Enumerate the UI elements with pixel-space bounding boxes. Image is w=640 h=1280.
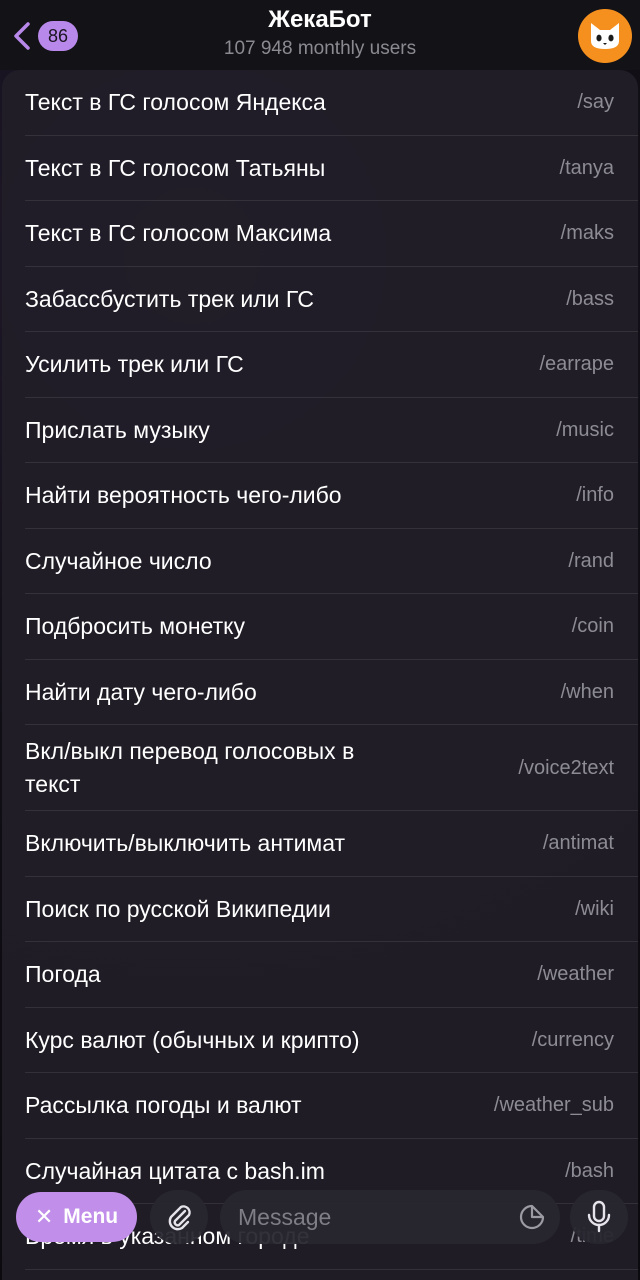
command-description: Найти дату чего-либо [25, 678, 257, 705]
chat-title[interactable]: ЖекаБот [0, 6, 640, 34]
command-description: Текст в ГС голосом Яндекса [25, 89, 326, 116]
command-description: Поиск по русской Википедии [25, 895, 331, 922]
menu-button[interactable]: ✕ Menu [16, 1192, 137, 1242]
command-description: Погода [25, 961, 101, 988]
command-item[interactable]: Курс валют (обычных и крипто) /currency [2, 1008, 638, 1074]
cat-face-icon [591, 23, 619, 49]
command-item[interactable]: Рассылка погоды и валют/weather_sub [2, 1073, 638, 1139]
bot-commands-panel: Текст в ГС голосом Яндекса/say Текст в ГС… [2, 70, 638, 1280]
command-description: Рассылка погоды и валют [25, 1092, 302, 1119]
command-item[interactable]: Включить/выключить антимат/antimat [2, 811, 638, 877]
command-description: Подбросить монетку [25, 613, 245, 640]
command-item[interactable]: Найти вероятность чего-либо/info [2, 463, 638, 529]
command-name: /bass [566, 287, 614, 310]
command-name: /wiki [575, 897, 614, 920]
chat-subtitle: 107 948 monthly users [223, 38, 417, 59]
command-name: /rand [568, 549, 614, 572]
command-name: /maks [560, 222, 614, 245]
command-name: /earrape [539, 353, 615, 376]
command-item[interactable]: Поиск по русской Википедии/wiki [2, 877, 638, 943]
menu-button-label: Menu [63, 1205, 119, 1228]
command-item[interactable]: Текст в ГС голосом Татьяны/tanya [2, 136, 638, 202]
command-item[interactable]: Усилить трек или ГС/earrape [2, 332, 638, 398]
command-name: /bash [565, 1159, 614, 1182]
command-name: /music [556, 418, 614, 441]
command-description: Включить/выключить антимат [25, 830, 346, 857]
command-item[interactable]: Найти дату чего-либо/when [2, 660, 638, 726]
command-item[interactable]: Подбросить монетку/coin [2, 594, 638, 660]
command-item[interactable]: Прислать музыку/music [2, 398, 638, 464]
command-description: Текст в ГС голосом Татьяны [25, 154, 326, 181]
message-input[interactable]: Message [220, 1190, 560, 1244]
chat-screen: 86 ЖекаБот 107 948 monthly users Текст в… [0, 0, 640, 1280]
microphone-icon [587, 1200, 611, 1233]
command-item[interactable]: Забассбустить трек или ГС/bass [2, 267, 638, 333]
close-icon: ✕ [34, 1204, 54, 1229]
command-item[interactable]: Случайное число/rand [2, 529, 638, 595]
bot-commands-list: Текст в ГС голосом Яндекса/say Текст в ГС… [2, 70, 638, 1270]
command-description: Усилить трек или ГС [25, 351, 244, 378]
command-name: /coin [571, 615, 614, 638]
command-name: /antimat [542, 832, 614, 855]
command-item[interactable]: Вкл/выкл перевод голосовых в текст/voice… [2, 725, 638, 811]
sticker-icon[interactable] [518, 1203, 546, 1231]
command-name: /weather_sub [493, 1094, 614, 1117]
command-item[interactable]: Текст в ГС голосом Максима/maks [2, 201, 638, 267]
command-item[interactable]: Погода/weather [2, 942, 638, 1008]
command-description: Курс валют (обычных и крипто) [25, 1026, 360, 1053]
command-name: /voice2text [518, 756, 614, 779]
paperclip-icon [168, 1205, 191, 1231]
bot-avatar[interactable] [578, 9, 632, 63]
command-name: /say [577, 91, 614, 114]
command-description: Найти вероятность чего-либо [25, 482, 342, 509]
command-name: /info [576, 484, 614, 507]
command-name: /tanya [559, 156, 614, 179]
command-description: Вкл/выкл перевод голосовых в текст [25, 738, 355, 797]
command-description: Случайная цитата с bash.im [25, 1157, 325, 1184]
command-description: Забассбустить трек или ГС [25, 285, 314, 312]
command-name: /when [560, 680, 614, 703]
microphone-button[interactable] [570, 1190, 628, 1244]
command-name: /currency [531, 1028, 614, 1051]
command-description: Прислать музыку [25, 416, 210, 443]
command-description: Текст в ГС голосом Максима [25, 220, 332, 247]
attach-button[interactable] [150, 1190, 208, 1244]
command-name: /weather [537, 963, 614, 986]
chat-header: 86 ЖекаБот 107 948 monthly users [0, 0, 640, 70]
command-description: Случайное число [25, 547, 212, 574]
message-placeholder: Message [238, 1203, 332, 1230]
command-item[interactable]: Текст в ГС голосом Яндекса/say [2, 70, 638, 136]
message-input-bar: ✕ Menu Message [0, 1186, 640, 1250]
